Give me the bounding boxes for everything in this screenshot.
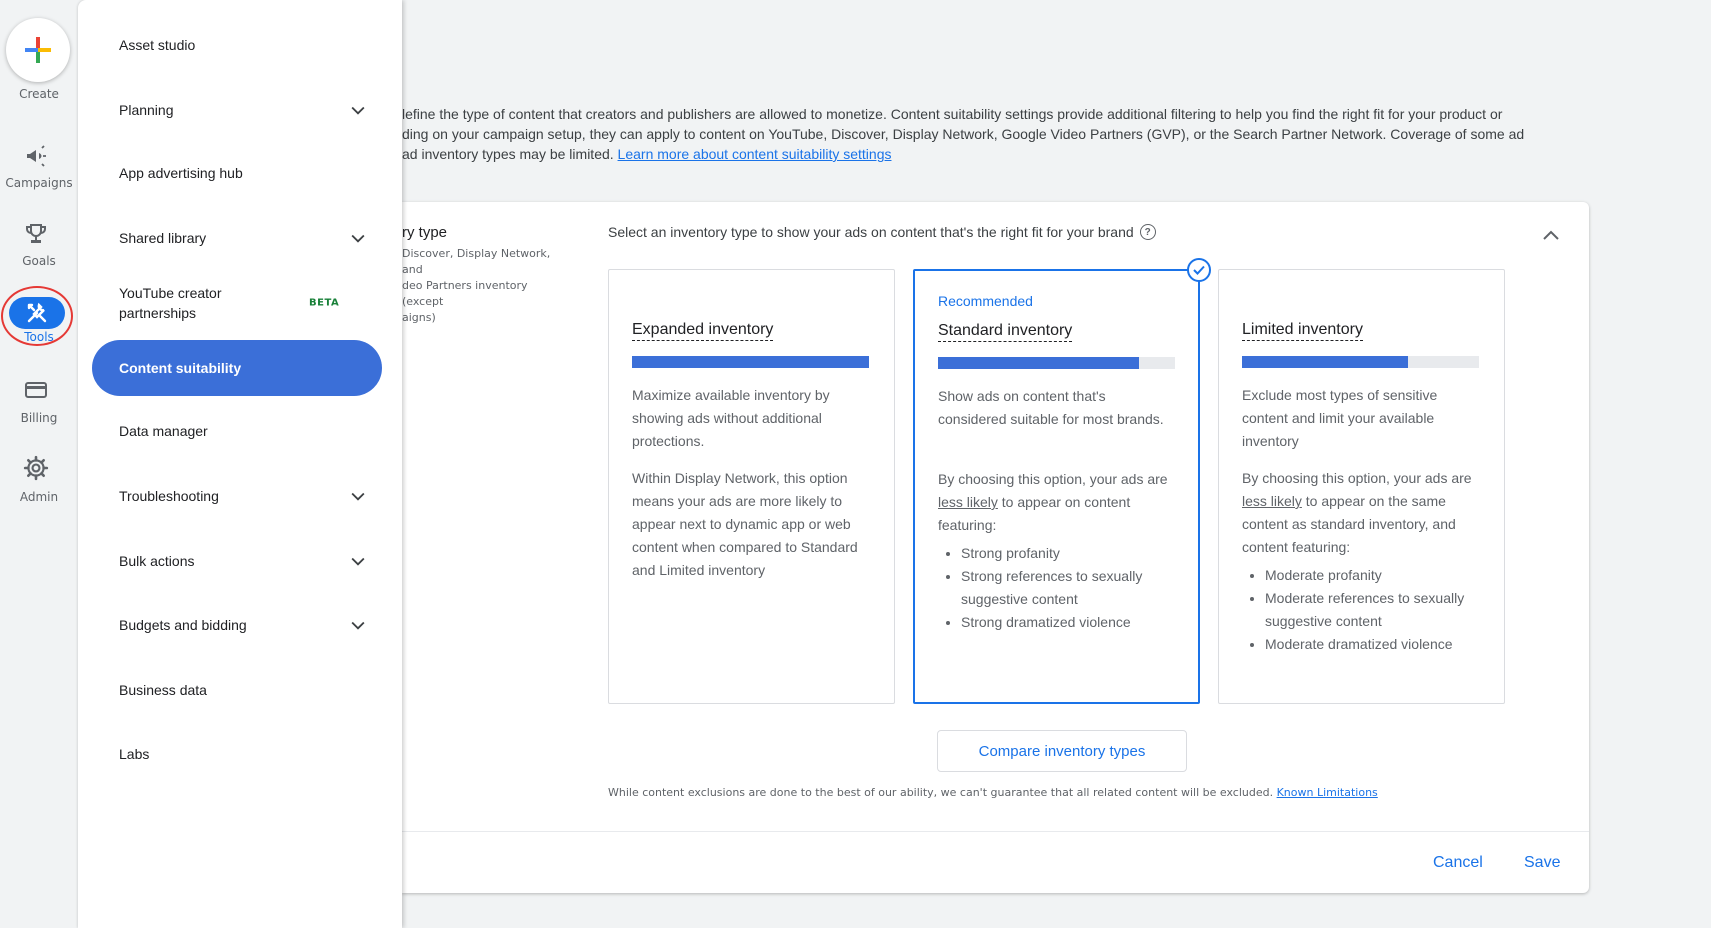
option-bullets: Moderate profanity Moderate references t… — [1265, 564, 1485, 656]
option-standard-inventory[interactable]: Recommended Standard inventory Show ads … — [913, 258, 1211, 704]
inventory-bar — [1242, 356, 1479, 368]
inventory-prompt: Select an inventory type to show your ad… — [608, 224, 1156, 240]
list-item: Moderate profanity — [1265, 564, 1485, 587]
known-limitations-link[interactable]: Known Limitations — [1277, 786, 1378, 799]
list-item: Strong dramatized violence — [961, 611, 1181, 634]
menu-item-bulk-actions[interactable]: Bulk actions — [92, 533, 382, 589]
chevron-down-icon — [351, 234, 365, 243]
option-bullets: Strong profanity Strong references to se… — [961, 542, 1181, 634]
option-name: Expanded inventory — [632, 321, 774, 341]
inventory-bar-fill — [938, 357, 1140, 369]
menu-item-budgets-and-bidding[interactable]: Budgets and bidding — [92, 597, 382, 653]
create-label: Create — [19, 87, 59, 101]
tools-menu: Asset studio Planning App advertising hu… — [78, 0, 402, 928]
option-expanded-inventory[interactable]: Expanded inventory Maximize available in… — [608, 269, 895, 704]
list-item: Moderate dramatized violence — [1265, 633, 1485, 656]
option-limited-inventory[interactable]: Limited inventory Exclude most types of … — [1218, 269, 1505, 704]
section-description: Discover, Display Network, and deo Partn… — [402, 247, 551, 324]
option-description: Show ads on content that's considered su… — [938, 388, 1164, 427]
gear-icon[interactable] — [22, 454, 50, 482]
inventory-bar-fill — [1242, 356, 1408, 368]
rail-item-campaigns[interactable]: Campaigns — [0, 176, 78, 190]
menu-item-youtube-creator-partnerships[interactable]: YouTube creator partnerships BETA — [92, 275, 382, 331]
rail-item-admin[interactable]: Admin — [0, 490, 78, 504]
menu-item-planning[interactable]: Planning — [92, 82, 382, 138]
option-description: Maximize available inventory by showing … — [632, 387, 830, 449]
option-detail: By choosing this option, your ads are le… — [1242, 470, 1472, 555]
recommended-label: Recommended — [938, 293, 1033, 309]
rail-item-billing[interactable]: Billing — [0, 411, 78, 425]
chevron-down-icon — [351, 492, 365, 501]
option-name: Standard inventory — [938, 322, 1073, 342]
chevron-up-icon[interactable] — [1539, 224, 1563, 248]
option-name: Limited inventory — [1242, 321, 1363, 341]
create-button[interactable] — [6, 18, 70, 82]
highlight-ring — [1, 286, 73, 346]
chevron-down-icon — [351, 106, 365, 115]
inventory-type-card: ry type Discover, Display Network, and d… — [402, 202, 1589, 893]
menu-item-content-suitability[interactable]: Content suitability — [92, 340, 382, 396]
beta-badge: BETA — [309, 297, 340, 309]
cancel-button[interactable]: Cancel — [1433, 854, 1483, 872]
list-item: Moderate references to sexually suggesti… — [1265, 587, 1485, 633]
credit-card-icon[interactable] — [22, 376, 50, 404]
check-circle-icon — [1187, 258, 1211, 282]
menu-item-troubleshooting[interactable]: Troubleshooting — [92, 468, 382, 524]
menu-item-asset-studio[interactable]: Asset studio — [92, 17, 382, 73]
megaphone-icon[interactable] — [22, 142, 50, 170]
rail-item-goals[interactable]: Goals — [0, 254, 78, 268]
plus-icon — [25, 37, 51, 63]
list-item: Strong references to sexually suggestive… — [961, 565, 1181, 611]
menu-item-business-data[interactable]: Business data — [92, 662, 382, 718]
chevron-down-icon — [351, 557, 365, 566]
disclaimer: While content exclusions are done to the… — [608, 786, 1378, 799]
menu-item-labs[interactable]: Labs — [92, 726, 382, 782]
learn-more-link[interactable]: Learn more about content suitability set… — [618, 146, 892, 162]
help-icon[interactable]: ? — [1139, 224, 1156, 240]
trophy-icon[interactable] — [22, 220, 50, 248]
section-title: ry type — [402, 224, 448, 241]
save-button[interactable]: Save — [1524, 854, 1560, 872]
intro-text: lefine the type of content that creators… — [402, 104, 1582, 164]
menu-item-data-manager[interactable]: Data manager — [92, 403, 382, 459]
left-rail: Create Campaigns Goals Tools Billing Adm… — [0, 0, 78, 928]
inventory-bar-fill — [632, 356, 869, 368]
intro-line-2: ding on your campaign setup, they can ap… — [402, 126, 1525, 142]
option-description: Exclude most types of sensitive content … — [1242, 387, 1438, 449]
menu-item-app-advertising-hub[interactable]: App advertising hub — [92, 145, 382, 201]
intro-line-1: lefine the type of content that creators… — [402, 106, 1503, 122]
option-detail: By choosing this option, your ads are le… — [938, 471, 1168, 533]
list-item: Strong profanity — [961, 542, 1181, 565]
compare-inventory-types-button[interactable]: Compare inventory types — [937, 730, 1187, 772]
inventory-bar — [632, 356, 869, 368]
option-detail: Within Display Network, this option mean… — [632, 470, 858, 578]
divider — [402, 831, 1589, 832]
menu-item-shared-library[interactable]: Shared library — [92, 210, 382, 266]
intro-line-3: ad inventory types may be limited. Learn… — [402, 146, 892, 162]
inventory-bar — [938, 357, 1175, 369]
chevron-down-icon — [351, 621, 365, 630]
